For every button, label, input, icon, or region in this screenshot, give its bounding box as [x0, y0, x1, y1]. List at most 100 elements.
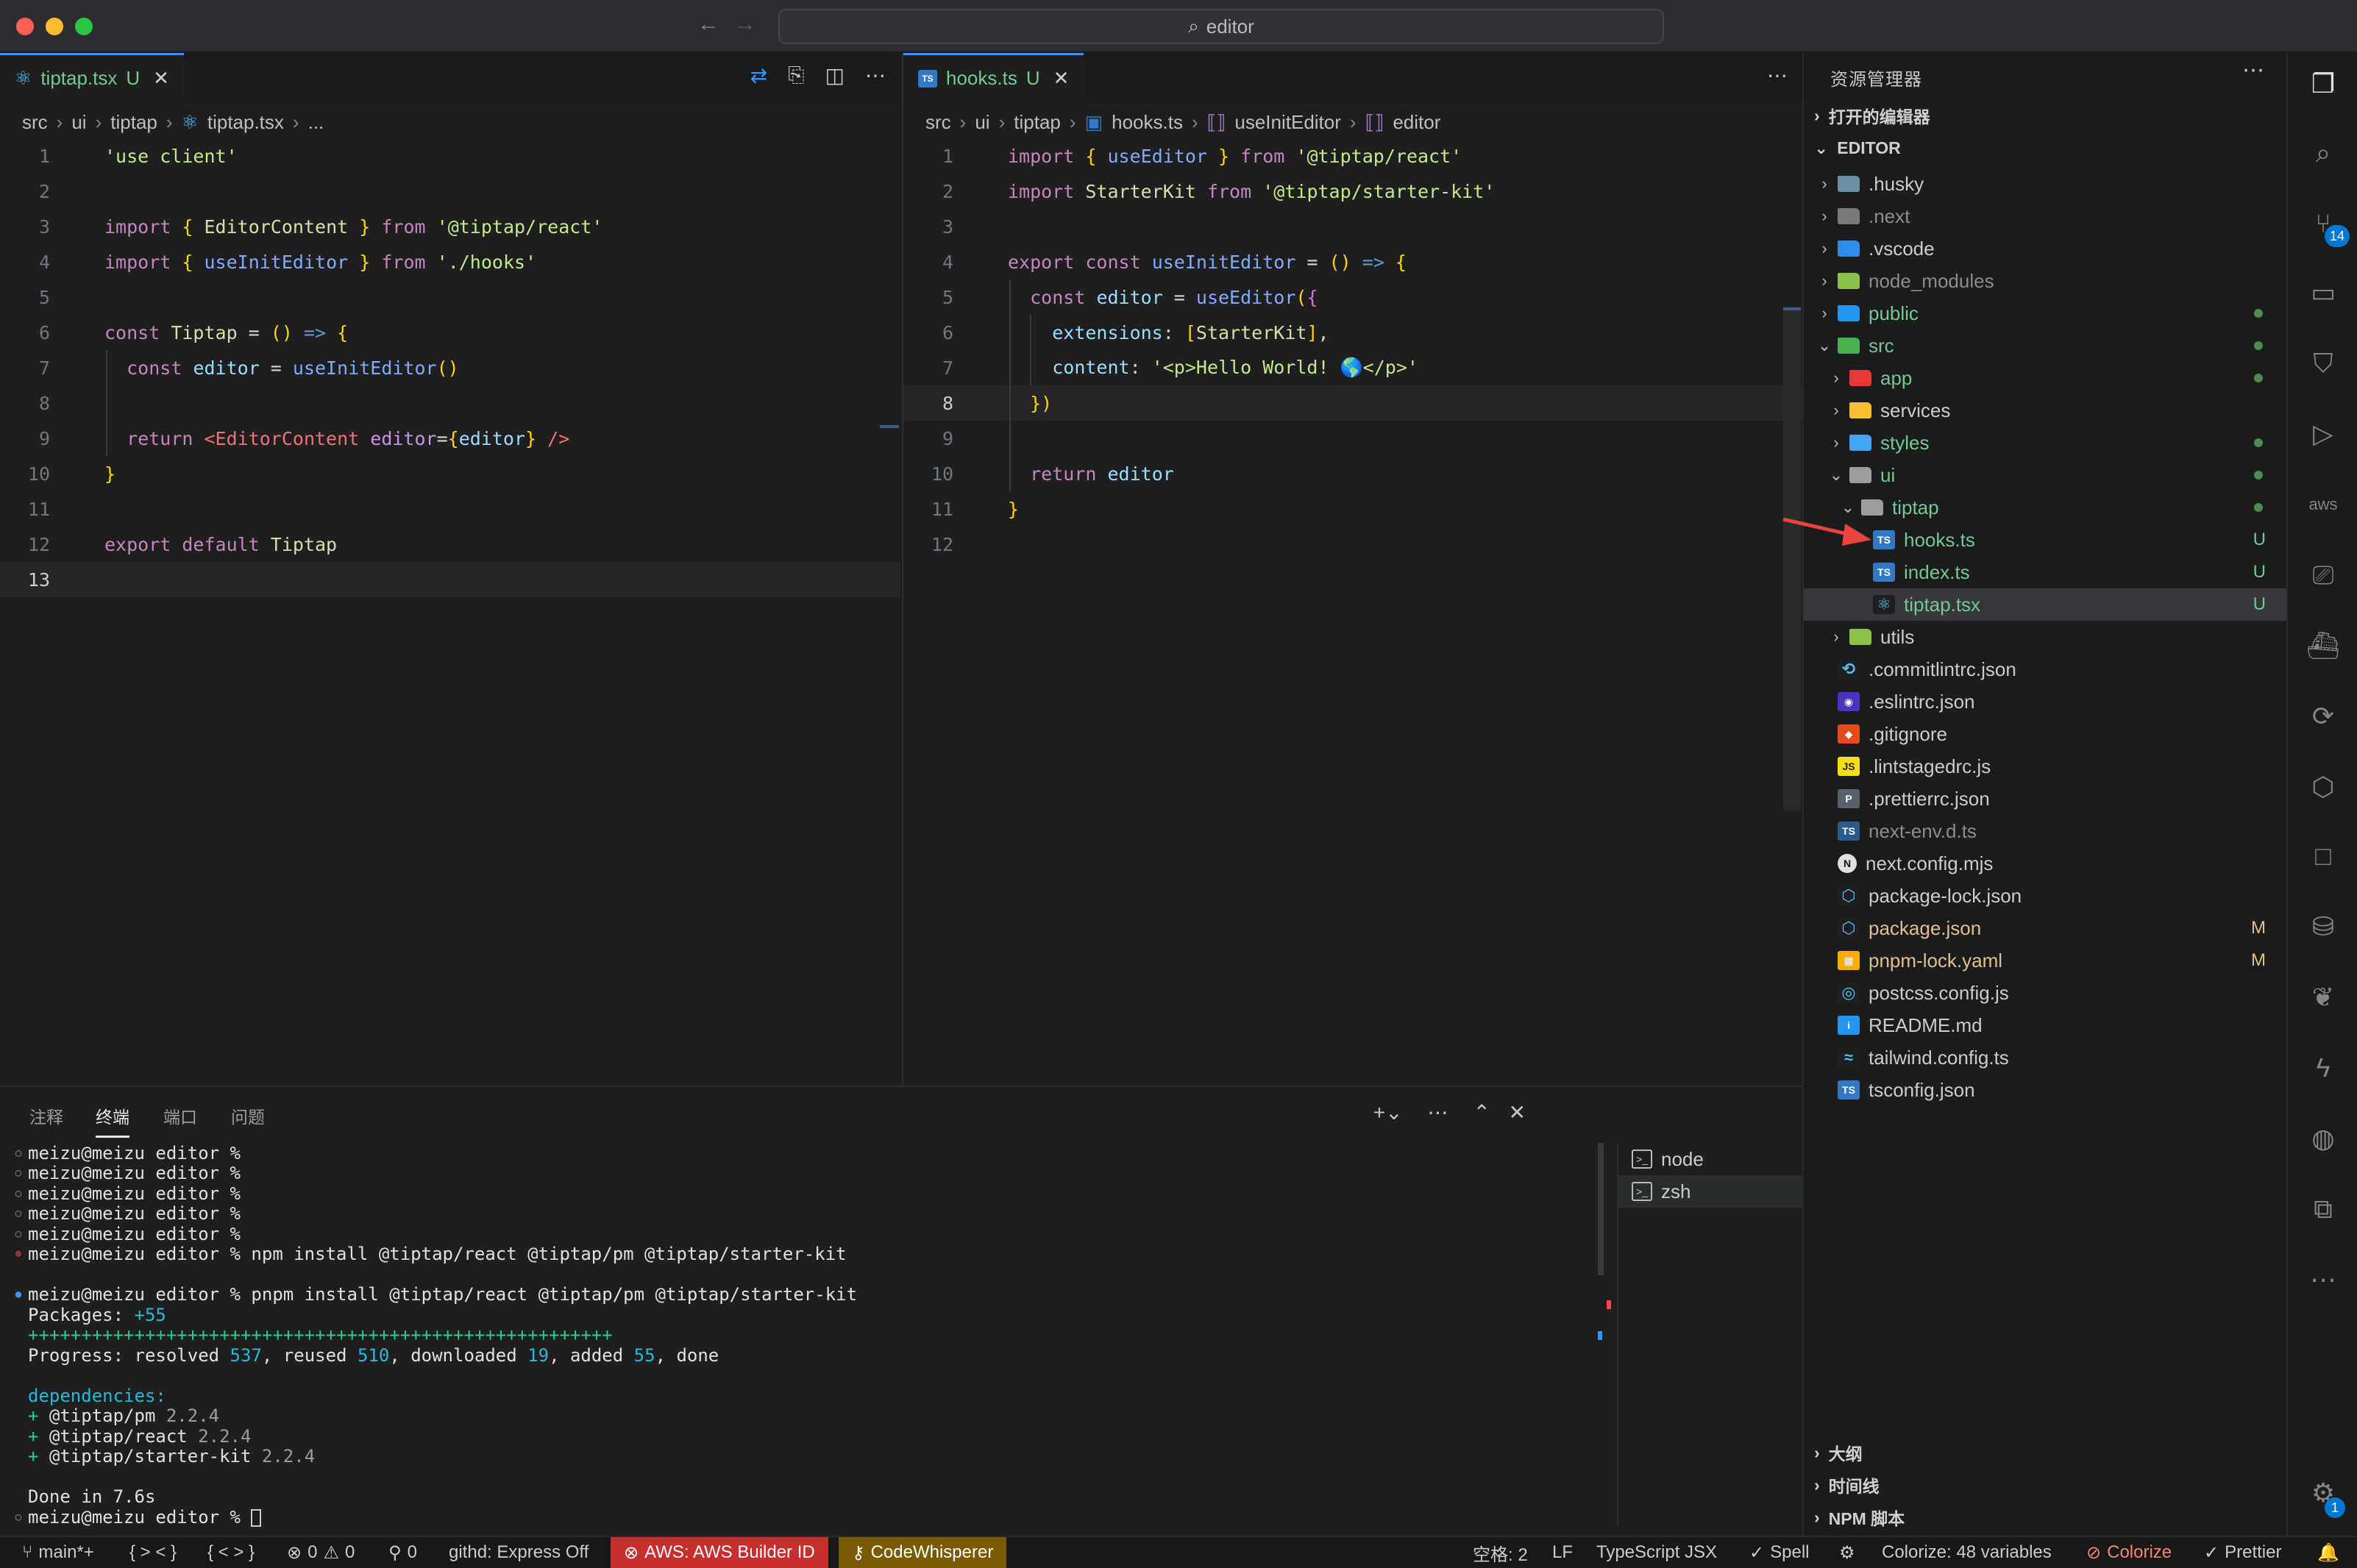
close-window-button[interactable]: [16, 18, 34, 35]
problems-indicator[interactable]: ⊗ 0 ⚠ 0: [287, 1537, 355, 1568]
minimize-window-button[interactable]: [46, 18, 63, 35]
square-icon[interactable]: □: [2306, 838, 2341, 874]
docker-icon[interactable]: ⛴: [2306, 628, 2341, 663]
breadcrumb-item[interactable]: editor: [1393, 111, 1440, 134]
brackets-status-2[interactable]: { < > }: [207, 1537, 255, 1568]
spell-status[interactable]: ✓ Spell: [1749, 1537, 1809, 1568]
tree-file[interactable]: ⬡ package-lock.json: [1804, 880, 2286, 912]
tree-file[interactable]: JS .lintstagedrc.js: [1804, 750, 2286, 783]
run-debug-icon[interactable]: ▷: [2306, 416, 2341, 452]
tree-folder[interactable]: › node_modules: [1804, 265, 2286, 297]
project-manager-icon[interactable]: ▭: [2306, 275, 2341, 310]
split-editor-icon[interactable]: ◫: [825, 63, 845, 88]
github-icon[interactable]: ◍: [2306, 1121, 2341, 1156]
tree-folder[interactable]: ⌄ src: [1804, 329, 2286, 362]
breadcrumb-item[interactable]: ...: [308, 111, 324, 134]
back-arrow-icon[interactable]: ←: [697, 12, 719, 37]
tab-comments[interactable]: 注释: [29, 1103, 63, 1128]
tree-folder[interactable]: › utils: [1804, 621, 2286, 653]
tree-file[interactable]: P .prettierrc.json: [1804, 783, 2286, 815]
tree-folder[interactable]: › .husky: [1804, 168, 2286, 200]
compare-changes-icon[interactable]: ⎘: [788, 63, 804, 88]
outline-section[interactable]: › 大纲: [1804, 1437, 2286, 1468]
tree-folder[interactable]: ⌄ ui: [1804, 459, 2286, 491]
command-decoration-icon[interactable]: ⊗: [9, 1248, 28, 1260]
code-line[interactable]: 1 import { useEditor } from '@tiptap/reac…: [903, 138, 1802, 174]
tree-file[interactable]: ▦ pnpm-lock.yaml M: [1804, 944, 2286, 977]
terminal-scrollbar[interactable]: [1598, 1143, 1604, 1275]
ports-indicator[interactable]: ⚲ 0: [388, 1537, 417, 1568]
aws-status[interactable]: ⊗ AWS: AWS Builder ID: [611, 1537, 828, 1568]
command-center-search[interactable]: ⌕ editor: [778, 9, 1664, 44]
connections-icon[interactable]: ⧉: [2306, 1191, 2341, 1227]
timeline-section[interactable]: › 时间线: [1804, 1469, 2286, 1500]
terminal-tab-zsh[interactable]: >_ zsh: [1618, 1175, 1802, 1208]
brackets-status-1[interactable]: { > < }: [129, 1537, 177, 1568]
tree-file[interactable]: TS next-env.d.ts: [1804, 815, 2286, 847]
code-line[interactable]: 12 export default Tiptap: [0, 527, 900, 562]
prettier-status[interactable]: ✓ Prettier: [2204, 1537, 2281, 1568]
tree-file[interactable]: ◎ postcss.config.js: [1804, 977, 2286, 1009]
code-line[interactable]: 1 'use client': [0, 138, 900, 174]
code-line[interactable]: 6 extensions: [StarterKit],: [903, 315, 1802, 350]
language-mode[interactable]: TypeScript JSX: [1596, 1537, 1717, 1568]
notifications-icon[interactable]: 🔔: [2317, 1537, 2339, 1568]
tree-folder[interactable]: › services: [1804, 394, 2286, 427]
code-line[interactable]: 11: [0, 491, 900, 527]
code-line[interactable]: 10}: [0, 456, 900, 491]
tree-file[interactable]: TS tsconfig.json: [1804, 1074, 2286, 1106]
tree-file[interactable]: ⚛ tiptap.tsx U: [1804, 588, 2286, 621]
branch-indicator[interactable]: ⑂ main*+: [22, 1537, 94, 1568]
code-line[interactable]: 2: [0, 174, 900, 209]
command-decoration-icon[interactable]: ○: [9, 1147, 28, 1159]
codewhisperer-status[interactable]: ⚷ CodeWhisperer: [839, 1537, 1007, 1568]
tab-hooks-ts[interactable]: TS hooks.ts U ✕: [903, 53, 1084, 101]
tree-folder[interactable]: › public: [1804, 297, 2286, 329]
breadcrumb-item[interactable]: src: [925, 111, 951, 134]
code-line[interactable]: 5 const editor = useEditor({: [903, 279, 1802, 315]
tree-file[interactable]: ⟲ .commitlintrc.json: [1804, 653, 2286, 685]
tree-file[interactable]: Nnext.config.mjs: [1804, 847, 2286, 880]
colorize-status[interactable]: ⊘ Colorize: [2086, 1537, 2172, 1568]
command-decoration-icon[interactable]: ○: [9, 1167, 28, 1179]
code-line[interactable]: 2 import StarterKit from '@tiptap/starter…: [903, 174, 1802, 209]
code-line[interactable]: 9 return <EditorContent editor={editor} …: [0, 421, 900, 456]
tree-file[interactable]: ◉ .eslintrc.json: [1804, 685, 2286, 718]
new-terminal-icon[interactable]: +⌄: [1373, 1100, 1403, 1125]
breadcrumb-item[interactable]: tiptap: [110, 111, 157, 134]
tab-problems[interactable]: 问题: [231, 1103, 265, 1128]
search-icon[interactable]: ⌕: [2306, 135, 2341, 171]
tree-folder[interactable]: › styles: [1804, 427, 2286, 459]
terminal-tab-node[interactable]: >_ node: [1618, 1143, 1802, 1175]
feedback-icon[interactable]: ⚙: [1839, 1537, 1855, 1568]
code-line[interactable]: 4 export const useInitEditor = () => {: [903, 244, 1802, 279]
code-line[interactable]: 8: [0, 385, 900, 421]
tree-file[interactable]: ⬡ package.json M: [1804, 912, 2286, 944]
command-decoration-icon[interactable]: ○: [9, 1228, 28, 1240]
command-decoration-icon[interactable]: ○: [9, 1208, 28, 1219]
mongodb-leaf-icon[interactable]: ❦: [2306, 980, 2341, 1015]
githd-status[interactable]: githd: Express Off: [449, 1537, 589, 1568]
code-line[interactable]: 5: [0, 279, 900, 315]
more-icon[interactable]: ⋯: [2306, 1262, 2341, 1297]
sync-icon[interactable]: ⟳: [2306, 699, 2341, 734]
code-line[interactable]: 8 }): [903, 385, 1802, 421]
more-actions-icon[interactable]: ⋯: [2242, 57, 2264, 83]
more-actions-icon[interactable]: ⋯: [1428, 1100, 1448, 1125]
tree-file[interactable]: TS index.ts U: [1804, 556, 2286, 588]
breadcrumb-item[interactable]: src: [22, 111, 48, 134]
explorer-icon[interactable]: ❐: [2306, 66, 2341, 101]
code-line[interactable]: 6 const Tiptap = () => {: [0, 315, 900, 350]
tab-terminal[interactable]: 终端: [96, 1103, 129, 1138]
more-actions-icon[interactable]: ⋯: [1767, 63, 1788, 88]
maximize-panel-icon[interactable]: ⌃: [1473, 1100, 1490, 1125]
command-decoration-icon[interactable]: ●: [9, 1289, 28, 1300]
close-panel-icon[interactable]: ✕: [1509, 1100, 1526, 1125]
code-line[interactable]: 7 content: '<p>Hello World! 🌎</p>': [903, 350, 1802, 385]
code-line[interactable]: 11}: [903, 491, 1802, 527]
breadcrumb-item[interactable]: tiptap.tsx: [207, 111, 284, 134]
npm-scripts-section[interactable]: › NPM 脚本: [1804, 1502, 2286, 1533]
terminal-output[interactable]: ○ meizu@meizu editor % ○ meizu@meizu edito…: [9, 1143, 1598, 1528]
command-decoration-icon[interactable]: ○: [9, 1511, 28, 1523]
remote-explorer-icon[interactable]: ⎚: [2306, 557, 2341, 593]
